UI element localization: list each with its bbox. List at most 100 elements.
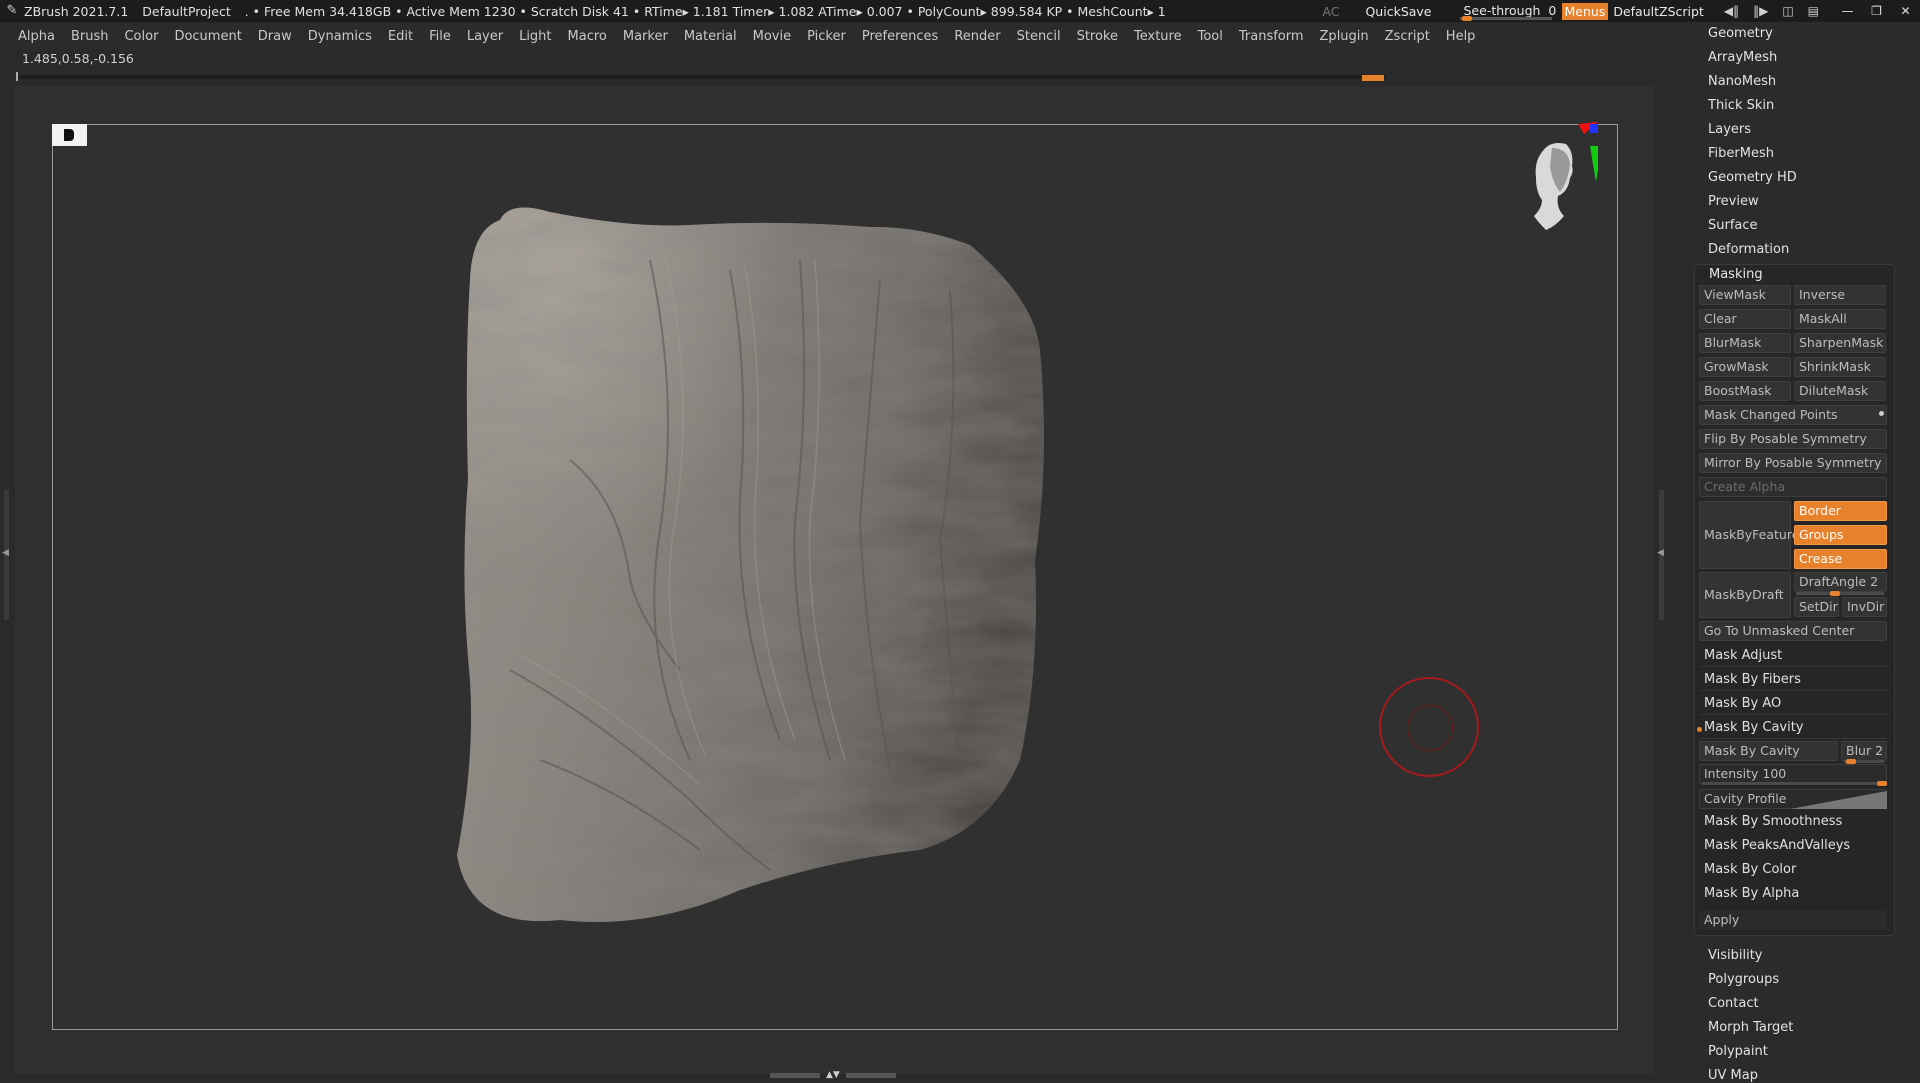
menu-macro[interactable]: Macro bbox=[568, 29, 607, 44]
subpalette-mask-by-cavity[interactable]: Mask By Cavity bbox=[1704, 720, 1804, 735]
tool-subpalette-morph-target[interactable]: Morph Target bbox=[1708, 1020, 1793, 1035]
layout-right-icon[interactable]: ‖▶ bbox=[1753, 4, 1768, 18]
menu-light[interactable]: Light bbox=[519, 29, 551, 44]
shrinkmask-button[interactable]: ShrinkMask bbox=[1794, 357, 1886, 377]
set-dir-button[interactable]: SetDir bbox=[1794, 597, 1839, 617]
mask-by-draft-button[interactable]: MaskByDraft bbox=[1699, 572, 1791, 618]
navigation-head-gizmo[interactable] bbox=[1508, 122, 1598, 252]
left-tray-handle[interactable]: ◀ bbox=[2, 490, 9, 620]
boostmask-button[interactable]: BoostMask bbox=[1699, 381, 1791, 401]
menu-tool[interactable]: Tool bbox=[1198, 29, 1223, 44]
menu-file[interactable]: File bbox=[429, 29, 451, 44]
close-icon[interactable]: ✕ bbox=[1891, 4, 1920, 18]
intensity-slider[interactable]: Intensity 100 bbox=[1699, 764, 1887, 784]
see-through-slider[interactable]: See-through 0 bbox=[1459, 2, 1556, 21]
menu-marker[interactable]: Marker bbox=[623, 29, 668, 44]
apply-button[interactable]: Apply bbox=[1699, 910, 1887, 930]
growmask-button[interactable]: GrowMask bbox=[1699, 357, 1791, 377]
subpalette-mask-by-fibers[interactable]: Mask By Fibers bbox=[1704, 672, 1801, 687]
menus-toggle-button[interactable]: Menus bbox=[1561, 2, 1609, 20]
cavity-profile-ramp[interactable] bbox=[1790, 791, 1887, 809]
tool-subpalette-geometry[interactable]: Geometry bbox=[1708, 26, 1773, 41]
tool-subpalette-polygroups[interactable]: Polygroups bbox=[1708, 972, 1779, 987]
quicksave-button[interactable]: QuickSave bbox=[1365, 4, 1431, 19]
blurmask-button[interactable]: BlurMask bbox=[1699, 333, 1791, 353]
inverse-button[interactable]: Inverse bbox=[1794, 285, 1886, 305]
menu-stencil[interactable]: Stencil bbox=[1017, 29, 1061, 44]
tool-subpalette-fibermesh[interactable]: FiberMesh bbox=[1708, 146, 1774, 161]
subpalette-mask-by-color[interactable]: Mask By Color bbox=[1704, 862, 1796, 877]
menu-help[interactable]: Help bbox=[1446, 29, 1476, 44]
menu-render[interactable]: Render bbox=[954, 29, 1000, 44]
subpalette-mask-peaksandvalleys[interactable]: Mask PeaksAndValleys bbox=[1704, 838, 1850, 853]
subpalette-mask-by-ao[interactable]: Mask By AO bbox=[1704, 696, 1781, 711]
restore-window-icon[interactable]: ❐ bbox=[1862, 4, 1891, 18]
clear-button[interactable]: Clear bbox=[1699, 309, 1791, 329]
subpalette-mask-by-alpha[interactable]: Mask By Alpha bbox=[1704, 886, 1799, 901]
dilutemask-button[interactable]: DiluteMask bbox=[1794, 381, 1886, 401]
tool-subpalette-uv-map[interactable]: UV Map bbox=[1708, 1068, 1758, 1083]
crease-toggle[interactable]: Crease bbox=[1794, 549, 1887, 569]
flip-by-posable-symmetry-button[interactable]: Flip By Posable Symmetry bbox=[1699, 429, 1887, 449]
menu-draw[interactable]: Draw bbox=[258, 29, 292, 44]
tool-subpalette-arraymesh[interactable]: ArrayMesh bbox=[1708, 50, 1777, 65]
copy-ui-icon[interactable]: ◫ bbox=[1782, 4, 1793, 18]
border-toggle[interactable]: Border bbox=[1794, 501, 1887, 521]
tool-subpalette-deformation[interactable]: Deformation bbox=[1708, 242, 1789, 257]
intensity-track[interactable] bbox=[1702, 781, 1887, 786]
menu-brush[interactable]: Brush bbox=[71, 29, 109, 44]
tool-subpalette-preview[interactable]: Preview bbox=[1708, 194, 1759, 209]
mask-by-feature-button[interactable]: MaskByFeature bbox=[1699, 501, 1799, 569]
menu-material[interactable]: Material bbox=[684, 29, 737, 44]
tool-subpalette-layers[interactable]: Layers bbox=[1708, 122, 1751, 137]
groups-toggle[interactable]: Groups bbox=[1794, 525, 1887, 545]
ac-button[interactable]: AC bbox=[1322, 4, 1339, 19]
blur-track[interactable] bbox=[1844, 759, 1884, 764]
blur-slider[interactable]: Blur 2 bbox=[1841, 741, 1887, 761]
tool-subpalette-visibility[interactable]: Visibility bbox=[1708, 948, 1762, 963]
masking-title[interactable]: Masking bbox=[1709, 267, 1763, 282]
minimize-icon[interactable]: — bbox=[1833, 4, 1862, 18]
right-tray-handle[interactable]: ◀ bbox=[1657, 490, 1664, 620]
subpalette-mask-by-smoothness[interactable]: Mask By Smoothness bbox=[1704, 814, 1842, 829]
timeline-ruler[interactable] bbox=[16, 72, 1386, 81]
draft-angle-track[interactable] bbox=[1796, 591, 1884, 596]
menu-texture[interactable]: Texture bbox=[1134, 29, 1182, 44]
viewmask-button[interactable]: ViewMask bbox=[1699, 285, 1791, 305]
mask-changed-points-button[interactable]: Mask Changed Points bbox=[1699, 405, 1887, 425]
menu-zscript[interactable]: Zscript bbox=[1385, 29, 1430, 44]
mirror-by-posable-symmetry-button[interactable]: Mirror By Posable Symmetry bbox=[1699, 453, 1887, 473]
menu-stroke[interactable]: Stroke bbox=[1077, 29, 1118, 44]
go-to-unmasked-center-button[interactable]: Go To Unmasked Center bbox=[1699, 621, 1887, 641]
menu-zplugin[interactable]: Zplugin bbox=[1320, 29, 1369, 44]
y-axis-icon bbox=[1590, 146, 1598, 182]
sculpted-mesh[interactable] bbox=[450, 200, 1100, 940]
menu-transform[interactable]: Transform bbox=[1239, 29, 1304, 44]
tool-subpalette-contact[interactable]: Contact bbox=[1708, 996, 1759, 1011]
menu-dynamics[interactable]: Dynamics bbox=[308, 29, 372, 44]
mask-by-cavity-button[interactable]: Mask By Cavity bbox=[1699, 741, 1838, 761]
menu-movie[interactable]: Movie bbox=[753, 29, 791, 44]
tool-subpalette-polypaint[interactable]: Polypaint bbox=[1708, 1044, 1768, 1059]
tool-subpalette-surface[interactable]: Surface bbox=[1708, 218, 1758, 233]
menu-color[interactable]: Color bbox=[124, 29, 158, 44]
restore-ui-icon[interactable]: ▤ bbox=[1808, 4, 1819, 18]
tool-subpalette-thick-skin[interactable]: Thick Skin bbox=[1708, 98, 1774, 113]
menu-picker[interactable]: Picker bbox=[807, 29, 846, 44]
menu-alpha[interactable]: Alpha bbox=[18, 29, 55, 44]
menu-document[interactable]: Document bbox=[174, 29, 241, 44]
layout-left-icon[interactable]: ◀‖ bbox=[1724, 4, 1739, 18]
sharpenmask-button[interactable]: SharpenMask bbox=[1794, 333, 1886, 353]
inv-dir-button[interactable]: InvDir bbox=[1842, 597, 1887, 617]
draft-angle-slider[interactable]: DraftAngle 2 bbox=[1794, 572, 1887, 592]
tool-subpalette-nanomesh[interactable]: NanoMesh bbox=[1708, 74, 1776, 89]
subpalette-mask-adjust[interactable]: Mask Adjust bbox=[1704, 648, 1782, 663]
tool-subpalette-geometry-hd[interactable]: Geometry HD bbox=[1708, 170, 1797, 185]
menu-edit[interactable]: Edit bbox=[388, 29, 413, 44]
maskall-button[interactable]: MaskAll bbox=[1794, 309, 1886, 329]
title-bar: ✎ ZBrush 2021.7.1 DefaultProject . • Fre… bbox=[0, 0, 1920, 22]
menu-layer[interactable]: Layer bbox=[467, 29, 503, 44]
bottom-tray-handle[interactable]: ▲▼ bbox=[770, 1070, 900, 1080]
menu-preferences[interactable]: Preferences bbox=[862, 29, 938, 44]
default-zscript-button[interactable]: DefaultZScript bbox=[1613, 4, 1704, 19]
